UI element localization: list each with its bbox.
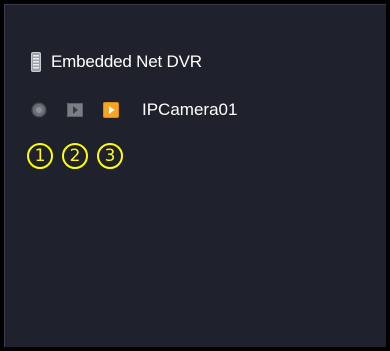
device-tree-panel: Embedded Net DVR IPCamera01 1 2 3 xyxy=(4,4,386,347)
annotation-marker-1: 1 xyxy=(27,143,53,169)
record-status-icon[interactable] xyxy=(30,101,48,119)
camera-label: IPCamera01 xyxy=(142,100,238,119)
device-node[interactable]: Embedded Net DVR xyxy=(29,49,202,75)
annotation-marker-2: 2 xyxy=(62,143,88,169)
annotation-marker-3: 3 xyxy=(97,143,123,169)
dvr-device-icon xyxy=(29,51,43,73)
annotation-markers: 1 2 3 xyxy=(27,143,123,169)
camera-node[interactable]: IPCamera01 xyxy=(30,98,237,122)
play-stream-icon[interactable] xyxy=(66,101,84,119)
play-stream-active-icon[interactable] xyxy=(102,101,120,119)
device-label: Embedded Net DVR xyxy=(51,52,202,71)
